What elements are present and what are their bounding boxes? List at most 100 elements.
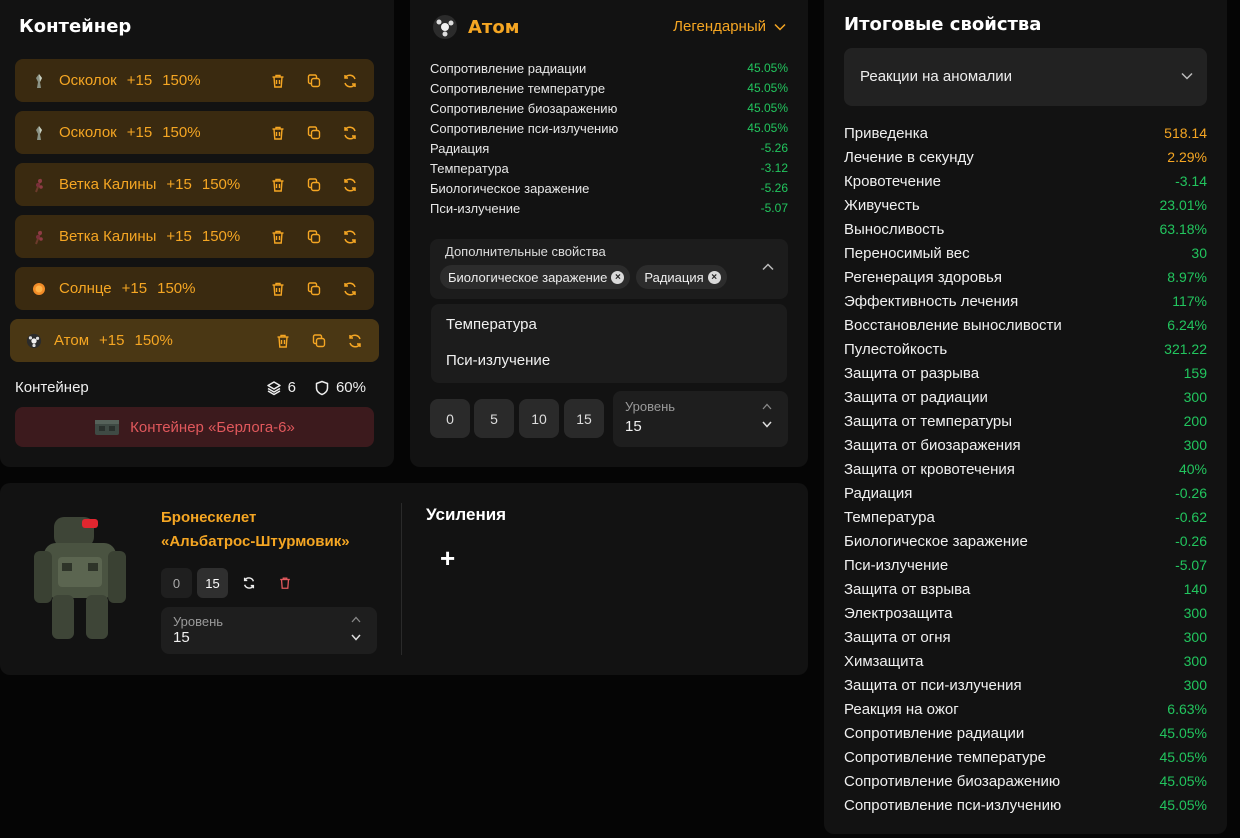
slot-text: Атом +15 150% bbox=[54, 332, 183, 349]
copy-icon[interactable] bbox=[311, 333, 327, 349]
container-slot[interactable]: Осколок +15 150% bbox=[15, 111, 374, 154]
slot-name: Ветка Калины bbox=[59, 176, 157, 193]
artifact-name: Атом bbox=[468, 16, 520, 38]
summary-label: Сопротивление биозаражению bbox=[844, 772, 1061, 790]
dropdown-option[interactable]: Пси-излучение bbox=[446, 352, 550, 369]
summary-row: Регенерация здоровья 8.97% bbox=[844, 265, 1207, 289]
trash-icon[interactable] bbox=[270, 177, 286, 193]
summary-value: -3.14 bbox=[1175, 173, 1207, 189]
slot-plus: +15 bbox=[166, 228, 192, 245]
slots-count: 6 bbox=[287, 379, 296, 396]
stat-value: -5.26 bbox=[760, 141, 788, 155]
summary-row: Сопротивление биозаражению 45.05% bbox=[844, 769, 1207, 793]
chevron-down-icon[interactable] bbox=[762, 421, 772, 428]
summary-row: Кровотечение -3.14 bbox=[844, 169, 1207, 193]
summary-label: Пулестойкость bbox=[844, 340, 948, 358]
stat-value: -3.12 bbox=[760, 161, 788, 175]
slot-name: Осколок bbox=[59, 72, 117, 89]
swap-icon[interactable] bbox=[342, 281, 358, 297]
summary-label: Лечение в секунду bbox=[844, 148, 974, 166]
swap-icon[interactable] bbox=[342, 125, 358, 141]
swap-icon[interactable] bbox=[342, 73, 358, 89]
armor-image bbox=[32, 513, 128, 643]
container-slot[interactable]: Солнце +15 150% bbox=[15, 267, 374, 310]
summary-value: 321.22 bbox=[1164, 341, 1207, 357]
atom-icon bbox=[26, 333, 42, 349]
copy-icon[interactable] bbox=[306, 281, 322, 297]
trash-icon[interactable] bbox=[270, 125, 286, 141]
slot-name: Атом bbox=[54, 332, 90, 349]
summary-value: 300 bbox=[1183, 605, 1207, 621]
armor-level-stepper[interactable]: Уровень 15 bbox=[161, 607, 377, 654]
trash-icon[interactable] bbox=[270, 229, 286, 245]
summary-value: 6.63% bbox=[1167, 701, 1207, 717]
summary-row: Защита от огня 300 bbox=[844, 625, 1207, 649]
shard-icon bbox=[31, 73, 47, 89]
refresh-icon[interactable] bbox=[233, 568, 264, 598]
chip-label: Биологическое заражение bbox=[448, 269, 608, 285]
trash-icon[interactable] bbox=[270, 73, 286, 89]
slot-percent: 150% bbox=[201, 176, 241, 193]
summary-row: Электрозащита 300 bbox=[844, 601, 1207, 625]
add-boost-button[interactable]: + bbox=[440, 545, 455, 571]
stat-value: 45.05% bbox=[747, 81, 788, 95]
chevron-down-icon[interactable] bbox=[351, 634, 361, 641]
container-slot[interactable]: Ветка Калины +15 150% bbox=[15, 163, 374, 206]
copy-icon[interactable] bbox=[306, 229, 322, 245]
container-slot[interactable]: Ветка Калины +15 150% bbox=[15, 215, 374, 258]
slot-plus: +15 bbox=[166, 176, 192, 193]
slot-text: Осколок +15 150% bbox=[59, 124, 211, 141]
chevron-up-icon[interactable] bbox=[351, 616, 361, 623]
summary-category-select[interactable]: Реакции на аномалии bbox=[844, 48, 1207, 106]
summary-row: Биологическое заражение -0.26 bbox=[844, 529, 1207, 553]
stat-value: -5.07 bbox=[760, 201, 788, 215]
stat-label: Сопротивление пси-излучению bbox=[430, 120, 619, 136]
summary-value: 30 bbox=[1191, 245, 1207, 261]
swap-icon[interactable] bbox=[347, 333, 363, 349]
slot-percent: 150% bbox=[201, 228, 241, 245]
summary-row: Защита от радиации 300 bbox=[844, 385, 1207, 409]
summary-row: Сопротивление пси-излучению 45.05% bbox=[844, 793, 1207, 817]
container-panel: Контейнер Осколок +15 150% Осколок +15 150% Ве… bbox=[0, 0, 394, 467]
extra-properties-select[interactable]: Дополнительные свойства Биологическое за… bbox=[430, 239, 788, 299]
armor-level-0-button[interactable]: 0 bbox=[161, 568, 192, 598]
armor-level-value: 15 bbox=[173, 629, 190, 646]
level-button-10[interactable]: 10 bbox=[519, 399, 559, 438]
level-button-15[interactable]: 15 bbox=[564, 399, 604, 438]
summary-label: Защита от огня bbox=[844, 628, 951, 646]
armor-level-label: Уровень bbox=[173, 614, 224, 629]
summary-row: Приведенка 518.14 bbox=[844, 121, 1207, 145]
copy-icon[interactable] bbox=[306, 125, 322, 141]
summary-row: Защита от кровотечения 40% bbox=[844, 457, 1207, 481]
dropdown-option[interactable]: Температура bbox=[446, 316, 537, 333]
container-slot[interactable]: Осколок +15 150% bbox=[15, 59, 374, 102]
level-button-5[interactable]: 5 bbox=[474, 399, 514, 438]
summary-value: 45.05% bbox=[1159, 725, 1207, 741]
rarity-select[interactable]: Легендарный bbox=[673, 18, 786, 35]
summary-value: -0.26 bbox=[1175, 533, 1207, 549]
chevron-down-icon bbox=[774, 23, 786, 31]
level-button-0[interactable]: 0 bbox=[430, 399, 470, 438]
trash-icon[interactable] bbox=[270, 281, 286, 297]
remove-chip-icon[interactable]: × bbox=[707, 270, 721, 284]
remove-chip-icon[interactable]: × bbox=[611, 270, 625, 284]
trash-icon[interactable] bbox=[275, 333, 291, 349]
summary-row: Переносимый вес 30 bbox=[844, 241, 1207, 265]
delete-icon[interactable] bbox=[269, 568, 300, 598]
container-select-button[interactable]: Контейнер «Берлога-6» bbox=[15, 407, 374, 447]
slot-name: Ветка Калины bbox=[59, 228, 157, 245]
stat-row: Пси-излучение -5.07 bbox=[430, 198, 788, 218]
copy-icon[interactable] bbox=[306, 73, 322, 89]
shard-icon bbox=[31, 125, 47, 141]
container-slot[interactable]: Атом +15 150% bbox=[10, 319, 379, 362]
swap-icon[interactable] bbox=[342, 177, 358, 193]
chevron-up-icon[interactable] bbox=[762, 403, 772, 410]
armor-level-15-button[interactable]: 15 bbox=[197, 568, 228, 598]
swap-icon[interactable] bbox=[342, 229, 358, 245]
copy-icon[interactable] bbox=[306, 177, 322, 193]
boosts-title: Усиления bbox=[426, 505, 507, 524]
slot-text: Ветка Калины +15 150% bbox=[59, 176, 250, 193]
rarity-value: Легендарный bbox=[673, 18, 766, 35]
level-stepper[interactable]: Уровень 15 bbox=[613, 391, 788, 447]
summary-title: Итоговые свойства bbox=[844, 14, 1042, 35]
